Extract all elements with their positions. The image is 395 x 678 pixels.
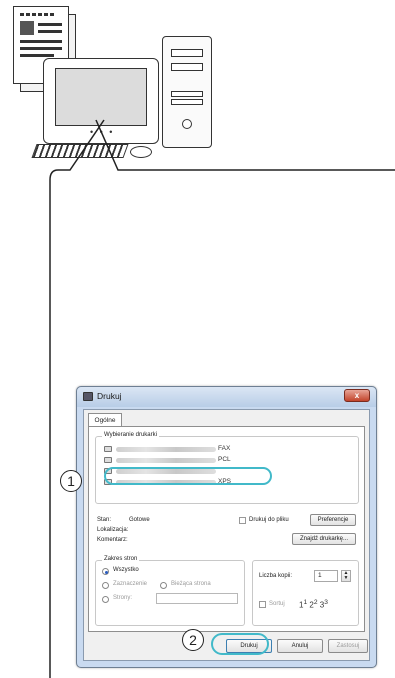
printer-item-pcl[interactable]: PCL [104, 455, 264, 466]
printer-item-fax[interactable]: FAX [104, 444, 264, 455]
copies-group: Liczba kopii: 1 ▲ ▼ Sortuj 11 22 33 [252, 560, 359, 626]
printer-suffix: FAX [218, 445, 231, 452]
radio-selection-label: Zaznaczenie [113, 581, 148, 587]
print-to-file-label: Drukuj do pliku [249, 517, 289, 523]
dialog-titlebar[interactable]: Drukuj x [77, 387, 376, 407]
copies-label: Liczba kopii: [259, 573, 293, 579]
page-range-group: Zakres stron Wszystko Zaznaczenie Bieżąc… [95, 556, 245, 626]
cancel-button[interactable]: Anuluj [277, 639, 323, 653]
status-label: Stan: [97, 517, 112, 523]
printer-icon [104, 457, 112, 463]
apply-button[interactable]: Zastosuj [328, 639, 368, 653]
copies-spinner[interactable]: ▲ ▼ [341, 570, 351, 582]
printer-icon [83, 392, 93, 401]
close-button[interactable]: x [344, 389, 370, 402]
printer-name-blurred [116, 447, 216, 452]
dialog-title: Drukuj [97, 391, 122, 401]
step-1-badge: 1 [60, 470, 82, 492]
select-printer-label: Wybieranie drukarki [102, 432, 159, 438]
find-printer-button[interactable]: Znajdź drukarkę... [292, 533, 356, 545]
comment-label: Komentarz: [97, 537, 128, 543]
preferences-button[interactable]: Preferencje [310, 514, 356, 526]
printer-icon [104, 446, 112, 452]
radio-current-page-label: Bieżąca strona [171, 581, 211, 587]
printer-name-blurred [116, 458, 216, 463]
radio-pages-label: Strony: [113, 595, 133, 601]
printer-suffix: PCL [218, 456, 231, 463]
highlight-xps-printer [104, 467, 272, 485]
radio-all[interactable] [102, 568, 109, 575]
print-dialog: Drukuj x Ogólne Wybieranie drukarki FAX … [76, 386, 377, 668]
radio-current-page[interactable] [160, 582, 167, 589]
dialog-client: Ogólne Wybieranie drukarki FAX PCL XPS S… [83, 409, 370, 661]
pages-input[interactable] [156, 593, 238, 604]
highlight-print-button [211, 633, 269, 655]
tab-general[interactable]: Ogólne [88, 413, 122, 427]
radio-all-label: Wszystko [113, 567, 139, 573]
page-range-label: Zakres stron [102, 556, 140, 562]
step-2-badge: 2 [182, 629, 204, 651]
radio-selection[interactable] [102, 582, 109, 589]
print-to-file-checkbox[interactable] [239, 517, 246, 524]
collate-label: Sortuj [269, 601, 285, 607]
collate-checkbox[interactable] [259, 601, 266, 608]
status-value: Gotowe [129, 517, 150, 523]
copies-input[interactable]: 1 [314, 570, 338, 582]
tab-panel-general: Wybieranie drukarki FAX PCL XPS Stan: Go… [88, 426, 365, 632]
radio-pages[interactable] [102, 596, 109, 603]
collate-icon: 11 22 33 [299, 599, 328, 610]
location-label: Lokalizacja: [97, 527, 129, 533]
